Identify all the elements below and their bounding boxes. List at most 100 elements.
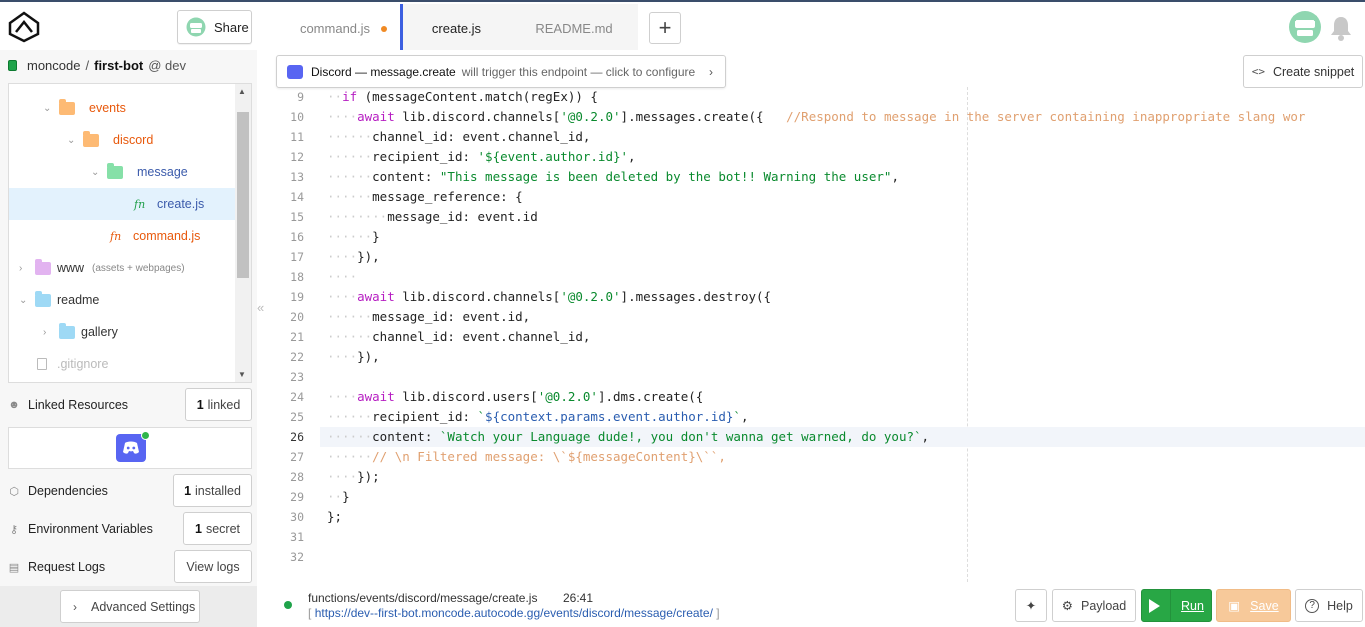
line-number: 30	[290, 510, 304, 524]
code-brackets-icon: <>	[1251, 65, 1265, 78]
code-line[interactable]: 18 ····	[270, 267, 1365, 287]
code-line[interactable]: 25 ······recipient_id: `${context.params.…	[270, 407, 1365, 427]
code-line[interactable]: 27 ······// \n Filtered message: \`${mess…	[270, 447, 1365, 467]
code-line-active[interactable]: 26 ······content: `Watch your Language du…	[290, 427, 1365, 447]
endpoint-url-link[interactable]: https://dev--first-bot.moncode.autocode.…	[315, 606, 713, 620]
code-text: ······}	[327, 229, 380, 244]
new-tab-button[interactable]: +	[649, 12, 681, 44]
chevron-right-icon: ›	[709, 64, 713, 79]
code-line[interactable]: 11 ······channel_id: event.channel_id,	[270, 127, 1365, 147]
code-content[interactable]: 9 ··if (messageContent.match(regEx)) { 10…	[270, 87, 1365, 567]
code-line[interactable]: 13 ······content: "This message is been d…	[270, 167, 1365, 187]
code-line[interactable]: 12 ······recipient_id: '${event.author.id…	[270, 147, 1365, 167]
code-line[interactable]: 16 ······}	[270, 227, 1365, 247]
cursor-position: 26:41	[563, 591, 594, 605]
view-logs-button[interactable]: View logs	[174, 550, 252, 583]
payload-button[interactable]: ⚙ Payload	[1052, 589, 1136, 622]
avatar[interactable]	[1288, 10, 1322, 44]
linked-button[interactable]: 1 linked	[185, 388, 252, 421]
code-line[interactable]: 24 ····await lib.discord.users['@0.2.0'].…	[270, 387, 1365, 407]
code-text: ····	[327, 269, 358, 284]
share-button[interactable]: Share	[177, 10, 252, 44]
line-number: 14	[290, 190, 304, 204]
code-line[interactable]: 14 ······message_reference: {	[270, 187, 1365, 207]
help-button[interactable]: ? Help	[1295, 589, 1363, 622]
code-line[interactable]: 23	[270, 367, 1365, 387]
file-path: functions/events/discord/message/create.…	[308, 591, 538, 605]
url-bracket-close: ]	[716, 606, 720, 620]
code-line[interactable]: 28 ····});	[270, 467, 1365, 487]
dependencies-button[interactable]: 1 installed	[173, 474, 252, 507]
code-line[interactable]: 10 ····await lib.discord.channels['@0.2.0…	[270, 107, 1365, 127]
header: Share command.js create.js README.md +	[0, 2, 1365, 52]
tab-readme-md[interactable]: README.md	[510, 4, 638, 52]
collapse-sidebar-icon[interactable]: «	[257, 300, 264, 315]
project-owner[interactable]: moncode	[27, 58, 80, 73]
bell-icon[interactable]	[1328, 14, 1354, 42]
tree-item-command-js[interactable]: fn command.js	[9, 220, 237, 252]
scroll-thumb[interactable]	[237, 112, 249, 278]
dependencies-row: ⬡ Dependencies 1 installed	[8, 474, 252, 508]
line-number: 32	[290, 550, 304, 564]
code-line[interactable]: 22 ····}),	[270, 347, 1365, 367]
code-line[interactable]: 29 ··}	[270, 487, 1365, 507]
code-line[interactable]: 31	[270, 527, 1365, 547]
folder-icon	[59, 98, 75, 115]
line-number: 10	[290, 110, 304, 124]
tab-create-js[interactable]: create.js	[400, 4, 510, 52]
tree-label: discord	[113, 133, 154, 147]
tree-item-message[interactable]: ⌄ message	[9, 156, 237, 188]
autocode-logo-icon[interactable]	[6, 10, 42, 44]
folder-icon	[35, 258, 51, 275]
create-snippet-button[interactable]: <> Create snippet	[1243, 55, 1363, 88]
environment-variables-button[interactable]: 1 secret	[183, 512, 252, 545]
code-line[interactable]: 15 ········message_id: event.id	[270, 207, 1365, 227]
environment-variables-row: ⚷ Environment Variables 1 secret	[8, 512, 252, 546]
code-text: ··}	[327, 489, 350, 504]
project-name[interactable]: first-bot	[94, 58, 143, 73]
tab-command-js[interactable]: command.js	[270, 4, 400, 52]
code-text: ······message_id: event.id,	[327, 309, 531, 324]
status-dot-icon	[284, 601, 292, 609]
tree-scrollbar[interactable]: ▲ ▼	[235, 84, 251, 382]
file-tabs: command.js create.js README.md	[270, 4, 638, 52]
code-text: ········message_id: event.id	[327, 209, 538, 224]
tree-item-gallery[interactable]: › gallery	[9, 316, 237, 348]
status-bar: functions/events/discord/message/create.…	[270, 585, 1365, 627]
tree-label: readme	[57, 293, 100, 307]
code-line[interactable]: 9 ··if (messageContent.match(regEx)) {	[270, 87, 1365, 107]
dependencies-label: Dependencies	[28, 484, 108, 498]
discord-icon[interactable]	[116, 431, 150, 462]
format-button[interactable]: ✦	[1015, 589, 1047, 622]
advanced-settings-bar: › Advanced Settings	[0, 586, 257, 627]
advanced-settings-button[interactable]: › Advanced Settings	[60, 590, 200, 623]
tree-item-events[interactable]: ⌄ events	[9, 92, 237, 124]
env-count: 1	[195, 521, 202, 536]
scroll-up-icon[interactable]: ▲	[238, 87, 246, 96]
code-line[interactable]: 20 ······message_id: event.id,	[270, 307, 1365, 327]
package-icon: ⬡	[9, 485, 19, 498]
tree-label: message	[137, 165, 188, 179]
code-line[interactable]: 30};	[270, 507, 1365, 527]
code-line[interactable]: 32	[270, 547, 1365, 567]
line-number: 18	[290, 270, 304, 284]
tree-item-www[interactable]: › www (assets + webpages)	[9, 252, 237, 284]
endpoint-trigger-button[interactable]: Discord — message.create will trigger th…	[276, 55, 726, 88]
code-editor[interactable]: Discord — message.create will trigger th…	[270, 50, 1365, 585]
save-button[interactable]: ▣ Save	[1216, 589, 1291, 622]
code-text: ····await lib.discord.channels['@0.2.0']…	[327, 109, 1306, 124]
tree-note: (assets + webpages)	[92, 262, 185, 274]
project-env[interactable]: @ dev	[148, 58, 186, 73]
code-line[interactable]: 21 ······channel_id: event.channel_id,	[270, 327, 1365, 347]
code-line[interactable]: 19 ····await lib.discord.channels['@0.2.0…	[270, 287, 1365, 307]
tree-item-create-js[interactable]: fn create.js	[9, 188, 237, 220]
code-line[interactable]: 17 ····}),	[270, 247, 1365, 267]
run-button[interactable]: Run	[1141, 589, 1212, 622]
tree-label: create.js	[157, 197, 205, 211]
tree-item-discord[interactable]: ⌄ discord	[9, 124, 237, 156]
tree-item-gitignore[interactable]: .gitignore	[9, 348, 237, 380]
code-text: ······channel_id: event.channel_id,	[327, 329, 591, 344]
line-number: 31	[290, 530, 304, 544]
scroll-down-icon[interactable]: ▼	[238, 370, 246, 379]
tree-item-readme[interactable]: ⌄ readme	[9, 284, 237, 316]
